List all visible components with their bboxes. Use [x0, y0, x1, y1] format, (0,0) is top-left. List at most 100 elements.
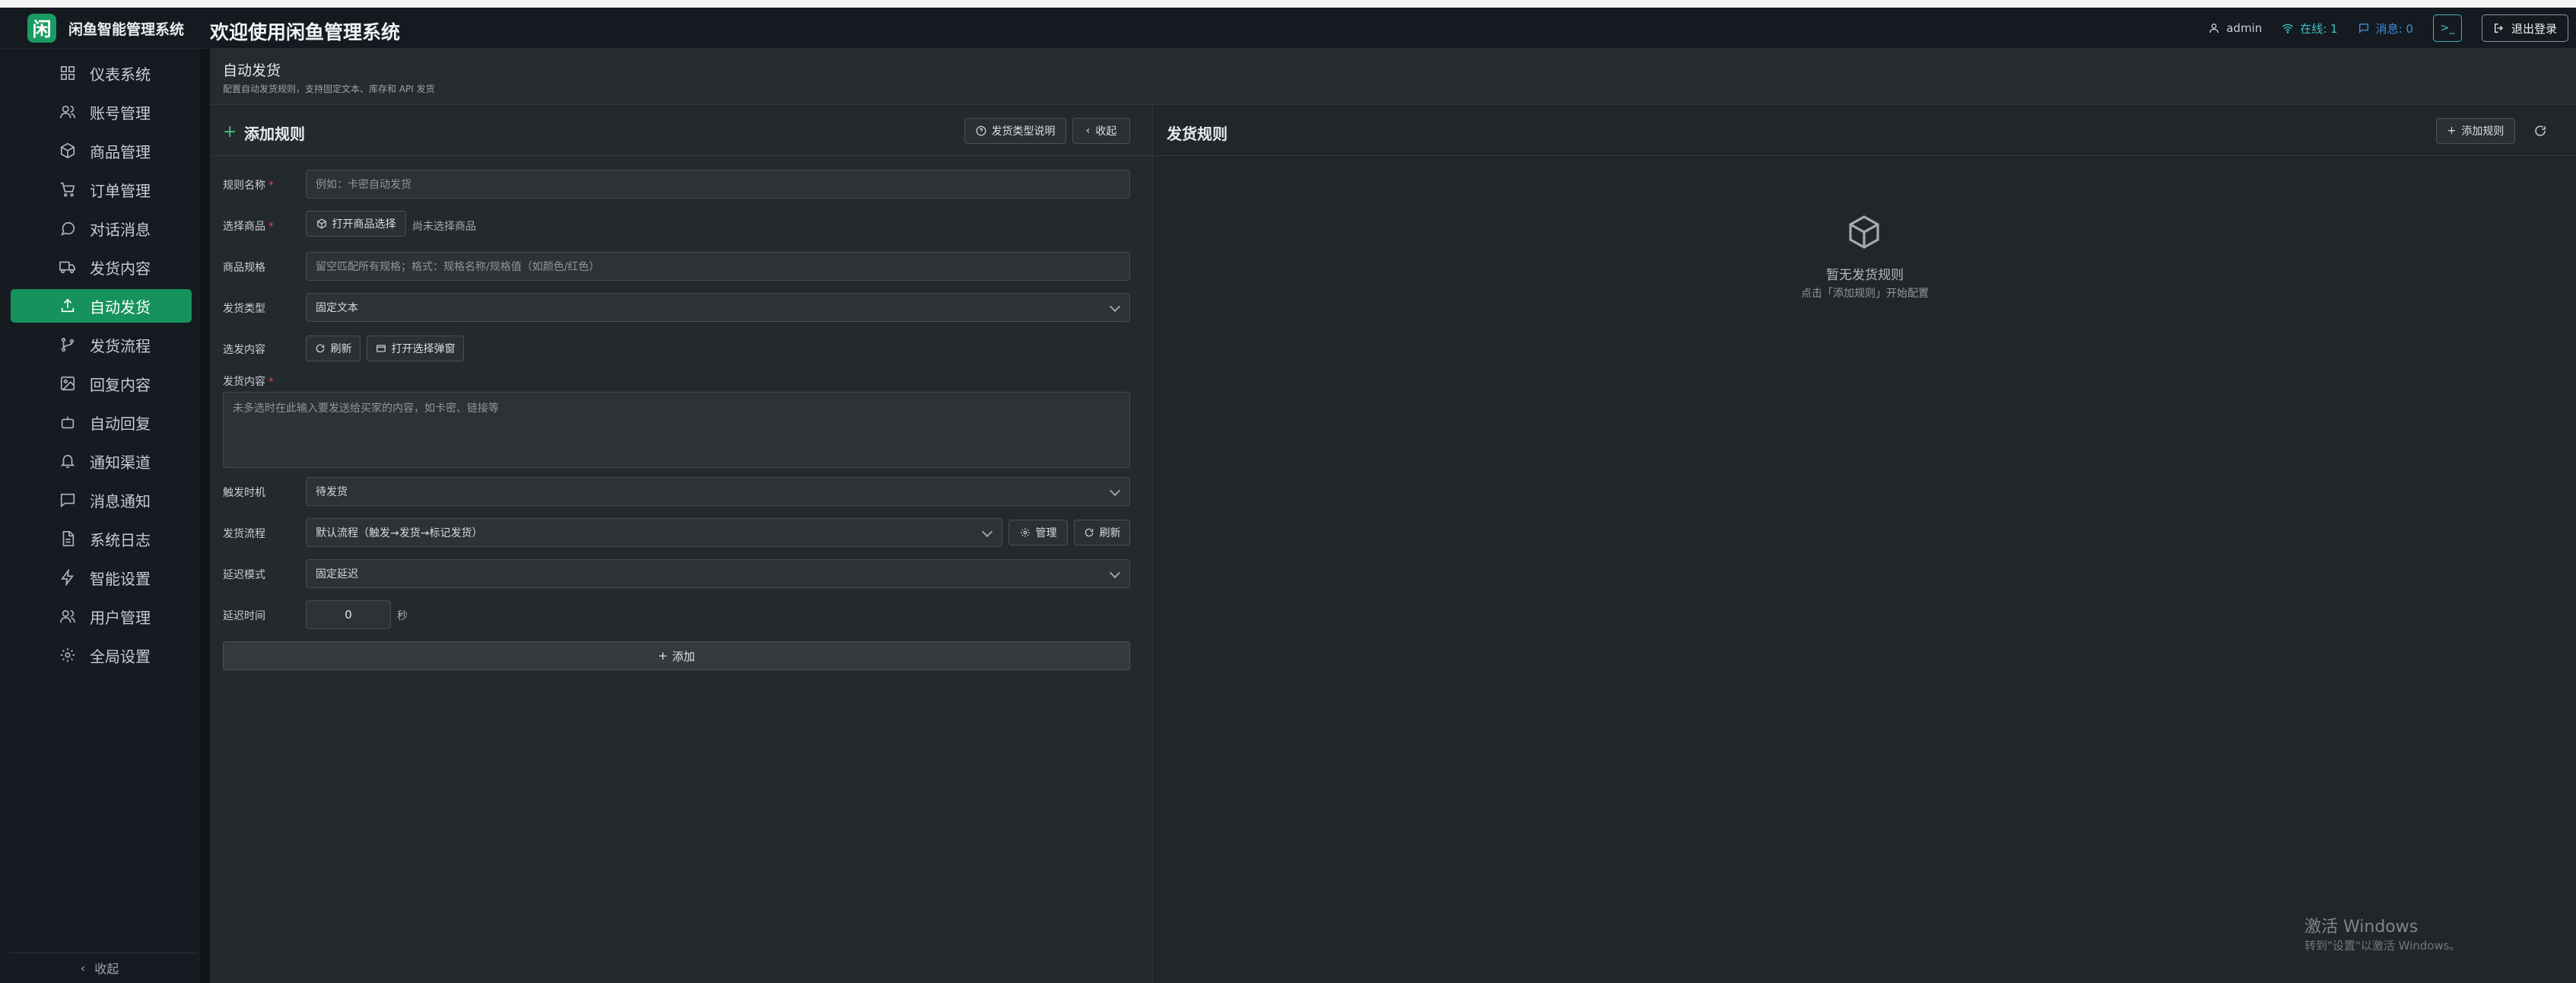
- open-select-dialog-button[interactable]: 打开选择弹窗: [367, 336, 464, 361]
- sidebar-item-user-management[interactable]: 用户管理: [11, 600, 192, 633]
- message-count: 消息: 0: [2375, 21, 2413, 36]
- collapse-label: 收起: [94, 962, 119, 976]
- delivery-type-help-button[interactable]: 发货类型说明: [964, 118, 1066, 144]
- users-icon: [60, 105, 75, 119]
- empty-hint: 点击「添加规则」开始配置: [1801, 288, 1929, 300]
- box-icon: [60, 142, 75, 159]
- sidebar-item-label: 自动发货: [90, 297, 151, 317]
- content-placeholder: 未多选时在此输入要发送给买家的内容，如卡密、链接等: [233, 402, 499, 415]
- delay-mode-select[interactable]: 固定延迟: [306, 559, 1130, 588]
- flow-refresh-label: 刷新: [1099, 527, 1121, 539]
- content-refresh-button[interactable]: 刷新: [306, 336, 361, 361]
- delivery-type-help-label: 发货类型说明: [991, 126, 1056, 138]
- sidebar-item-label: 回复内容: [90, 375, 151, 394]
- sidebar-item-label: 全局设置: [90, 647, 151, 666]
- bell-icon: [60, 454, 75, 469]
- flow-label: 发货流程: [223, 528, 265, 540]
- sidebar-item-reply-content[interactable]: 回复内容: [11, 367, 192, 400]
- sidebar-item-accounts[interactable]: 账号管理: [11, 95, 192, 129]
- header-actions: admin 在线: 1 消息: 0 >_ 退出登录: [2208, 14, 2568, 42]
- windows-activation-title: 激活 Windows: [2304, 918, 2419, 937]
- sidebar-item-auto-delivery[interactable]: 自动发货: [11, 289, 192, 323]
- open-select-dialog-label: 打开选择弹窗: [391, 343, 456, 355]
- content-textarea[interactable]: 未多选时在此输入要发送给买家的内容，如卡密、链接等: [223, 392, 1130, 468]
- logout-button[interactable]: 退出登录: [2481, 14, 2568, 42]
- sidebar-item-label: 消息通知: [90, 492, 151, 511]
- sidebar-item-products[interactable]: 商品管理: [11, 134, 192, 167]
- app-window: 闲 闲鱼智能管理系统 欢迎使用闲鱼管理系统 admin 在线: 1 消息: 0 …: [0, 8, 2576, 983]
- page-title: 自动发货: [223, 62, 281, 79]
- bolt-icon: [61, 569, 75, 586]
- content-select-label: 选发内容: [223, 344, 265, 356]
- rule-name-placeholder: 例如：卡密自动发货: [316, 179, 411, 191]
- sidebar-item-label: 系统日志: [90, 530, 151, 549]
- add-rule-submit-button[interactable]: + 添加: [223, 641, 1130, 670]
- plus-icon: +: [223, 122, 237, 142]
- sidebar-item-global-settings[interactable]: 全局设置: [11, 638, 192, 672]
- sidebar-item-notify-channels[interactable]: 通知渠道: [11, 444, 192, 478]
- collapse-form-button[interactable]: ‹ 收起: [1072, 118, 1130, 144]
- chat-bubble-icon: [2358, 24, 2368, 33]
- delay-time-label: 延迟时间: [223, 610, 265, 622]
- flow-manage-button[interactable]: 管理: [1008, 520, 1068, 546]
- trigger-select[interactable]: 待发货: [306, 477, 1130, 506]
- chevron-left-icon: ‹: [80, 960, 86, 975]
- sidebar-item-notifications[interactable]: 消息通知: [11, 483, 192, 517]
- rules-title: 发货规则: [1167, 125, 1228, 143]
- sidebar-collapse-button[interactable]: ‹ 收起: [0, 959, 199, 977]
- sidebar-item-smart-settings[interactable]: 智能设置: [11, 561, 192, 594]
- sidebar-item-label: 订单管理: [90, 181, 151, 200]
- add-rule-title: 添加规则: [244, 125, 305, 143]
- sidebar-item-system-log[interactable]: 系统日志: [11, 522, 192, 555]
- cart-icon: [60, 182, 75, 197]
- username: admin: [2226, 21, 2263, 35]
- empty-title: 暂无发货规则: [1826, 268, 1904, 283]
- rule-name-label-text: 规则名称: [223, 180, 265, 192]
- required-mark: *: [268, 180, 274, 192]
- sidebar-item-dashboard[interactable]: 仪表系统: [11, 56, 192, 90]
- add-rule-button[interactable]: + 添加规则: [2436, 118, 2515, 144]
- sidebar-item-label: 仪表系统: [90, 65, 151, 84]
- sidebar-item-label: 账号管理: [90, 103, 151, 122]
- refresh-icon[interactable]: [2533, 124, 2547, 138]
- file-icon: [62, 531, 75, 546]
- image-icon: [60, 376, 75, 391]
- user-icon: [2209, 24, 2219, 33]
- user-group-icon: [60, 609, 75, 623]
- upload-icon: [61, 298, 75, 313]
- sidebar-item-delivery-flow[interactable]: 发货流程: [11, 328, 192, 361]
- flow-refresh-button[interactable]: 刷新: [1074, 520, 1130, 546]
- spec-placeholder: 留空匹配所有规格；格式：规格名称/规格值（如颜色/红色）: [316, 261, 600, 273]
- trigger-label: 触发时机: [223, 487, 265, 499]
- delivery-type-select[interactable]: 固定文本: [306, 293, 1130, 322]
- brand[interactable]: 闲 闲鱼智能管理系统: [27, 14, 184, 43]
- content-refresh-label: 刷新: [330, 343, 352, 355]
- user-menu[interactable]: admin: [2208, 21, 2262, 35]
- delay-unit: 秒: [397, 610, 408, 622]
- add-rule-button-label: 添加规则: [2461, 126, 2505, 138]
- product-label: 选择商品 *: [223, 218, 274, 234]
- top-stripe: [0, 0, 2576, 8]
- spec-input[interactable]: 留空匹配所有规格；格式：规格名称/规格值（如颜色/红色）: [306, 252, 1130, 281]
- open-product-select-label: 打开商品选择: [332, 218, 396, 231]
- brand-logo: 闲: [27, 14, 56, 43]
- sidebar-item-auto-reply[interactable]: 自动回复: [11, 406, 192, 439]
- logout-label: 退出登录: [2511, 21, 2557, 36]
- help-circle-icon: [976, 126, 986, 136]
- sidebar-item-delivery-content[interactable]: 发货内容: [11, 250, 192, 284]
- online-status: 在线: 1: [2282, 21, 2338, 37]
- sidebar-item-chats[interactable]: 对话消息: [11, 212, 192, 245]
- message-status[interactable]: 消息: 0: [2358, 21, 2413, 37]
- spec-label: 商品规格: [223, 262, 265, 274]
- gear-icon: [1020, 528, 1030, 537]
- delay-time-input[interactable]: 0: [306, 600, 391, 629]
- sidebar-item-label: 通知渠道: [90, 453, 151, 472]
- open-product-select-button[interactable]: 打开商品选择: [306, 211, 406, 237]
- delivery-type-value: 固定文本: [316, 302, 358, 314]
- rule-name-input[interactable]: 例如：卡密自动发货: [306, 170, 1130, 199]
- terminal-button[interactable]: >_: [2432, 14, 2462, 42]
- sidebar: 仪表系统 账号管理 商品管理 订单管理 对话消息 发货内容 自动发货 发货流程 …: [0, 49, 199, 983]
- required-mark: *: [268, 376, 274, 388]
- flow-select[interactable]: 默认流程（触发→发货→标记发货）: [306, 518, 1002, 547]
- sidebar-item-orders[interactable]: 订单管理: [11, 173, 192, 206]
